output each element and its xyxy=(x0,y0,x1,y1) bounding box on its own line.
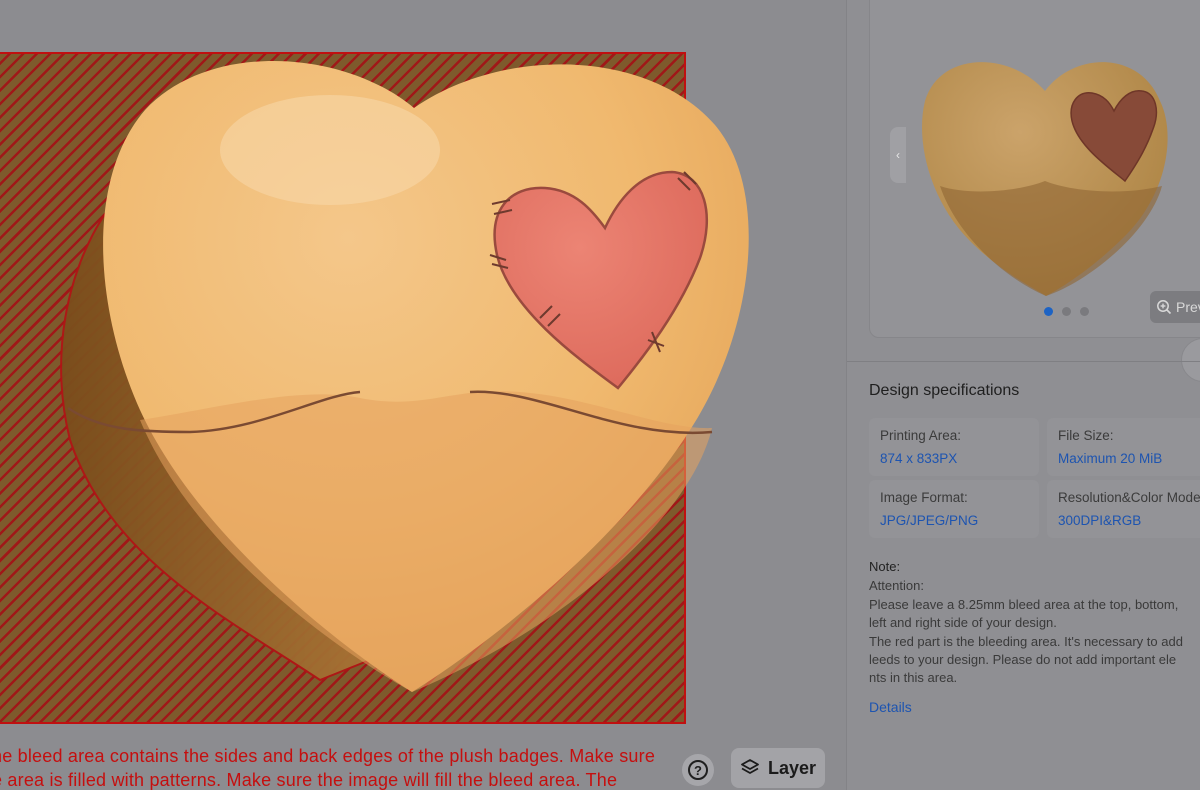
spec-label: Resolution&Color Mode xyxy=(1058,490,1200,505)
help-button[interactable]: ? xyxy=(682,754,714,786)
right-panel: ‹ Preview Design specifications Printing… xyxy=(846,0,1200,790)
heart-highlight xyxy=(220,95,440,205)
chevron-left-icon: ‹ xyxy=(896,148,900,162)
spec-printing-area: Printing Area: 874 x 833PX xyxy=(869,418,1039,476)
side-toggle-button[interactable] xyxy=(1181,338,1200,382)
spec-value: 874 x 833PX xyxy=(880,451,958,466)
preview-button[interactable]: Preview xyxy=(1150,291,1200,323)
heart-lower-shade xyxy=(140,391,712,692)
spec-label: Printing Area: xyxy=(880,428,962,443)
spec-value: 300DPI&RGB xyxy=(1058,513,1142,528)
layer-button-label: Layer xyxy=(767,757,817,778)
carousel-dot-3[interactable] xyxy=(1080,307,1089,316)
note-line: Attention: xyxy=(869,578,924,594)
design-specifications-title: Design specifications xyxy=(869,382,1020,399)
help-icon: ? xyxy=(688,760,708,780)
layer-button[interactable]: Layer xyxy=(731,748,825,788)
preview-button-label: Preview xyxy=(1176,299,1200,315)
bleed-notice: he bleed area contains the sides and bac… xyxy=(0,744,690,790)
preview-collapse-handle[interactable]: ‹ xyxy=(890,127,906,183)
carousel-dot-2[interactable] xyxy=(1062,307,1071,316)
note-line: left and right side of your design. xyxy=(869,615,1057,631)
panel-divider xyxy=(847,361,1200,362)
plush-heart-design[interactable] xyxy=(0,0,846,740)
note-block: Note: Attention: Please leave a 8.25mm b… xyxy=(869,558,1200,688)
design-canvas[interactable]: he bleed area contains the sides and bac… xyxy=(0,0,846,790)
spec-label: Image Format: xyxy=(880,490,968,505)
note-line: leeds to your design. Please do not add … xyxy=(869,652,1177,668)
note-line: nts in this area. xyxy=(869,670,958,686)
spec-label: File Size: xyxy=(1058,428,1114,443)
zoom-in-icon xyxy=(1157,300,1172,315)
preview-heart-image xyxy=(922,62,1168,296)
spec-value: JPG/JPEG/PNG xyxy=(880,513,979,528)
spec-image-format: Image Format: JPG/JPEG/PNG xyxy=(869,480,1039,538)
carousel-dots xyxy=(1044,307,1089,316)
product-preview-card: ‹ Preview xyxy=(869,0,1200,338)
note-title: Note: xyxy=(869,559,901,574)
bleed-notice-line-2: e area is filled with patterns. Make sur… xyxy=(0,770,618,790)
bleed-notice-line-1: he bleed area contains the sides and bac… xyxy=(0,746,656,766)
note-line: Please leave a 8.25mm bleed area at the … xyxy=(869,596,1179,612)
spec-resolution-color-mode: Resolution&Color Mode 300DPI&RGB xyxy=(1047,480,1200,538)
layers-icon xyxy=(741,759,759,774)
spec-file-size: File Size: Maximum 20 MiB xyxy=(1047,418,1200,476)
spec-value: Maximum 20 MiB xyxy=(1058,451,1163,466)
carousel-dot-1[interactable] xyxy=(1044,307,1053,316)
note-line: The red part is the bleeding area. It's … xyxy=(869,633,1183,649)
details-link[interactable]: Details xyxy=(869,699,912,715)
